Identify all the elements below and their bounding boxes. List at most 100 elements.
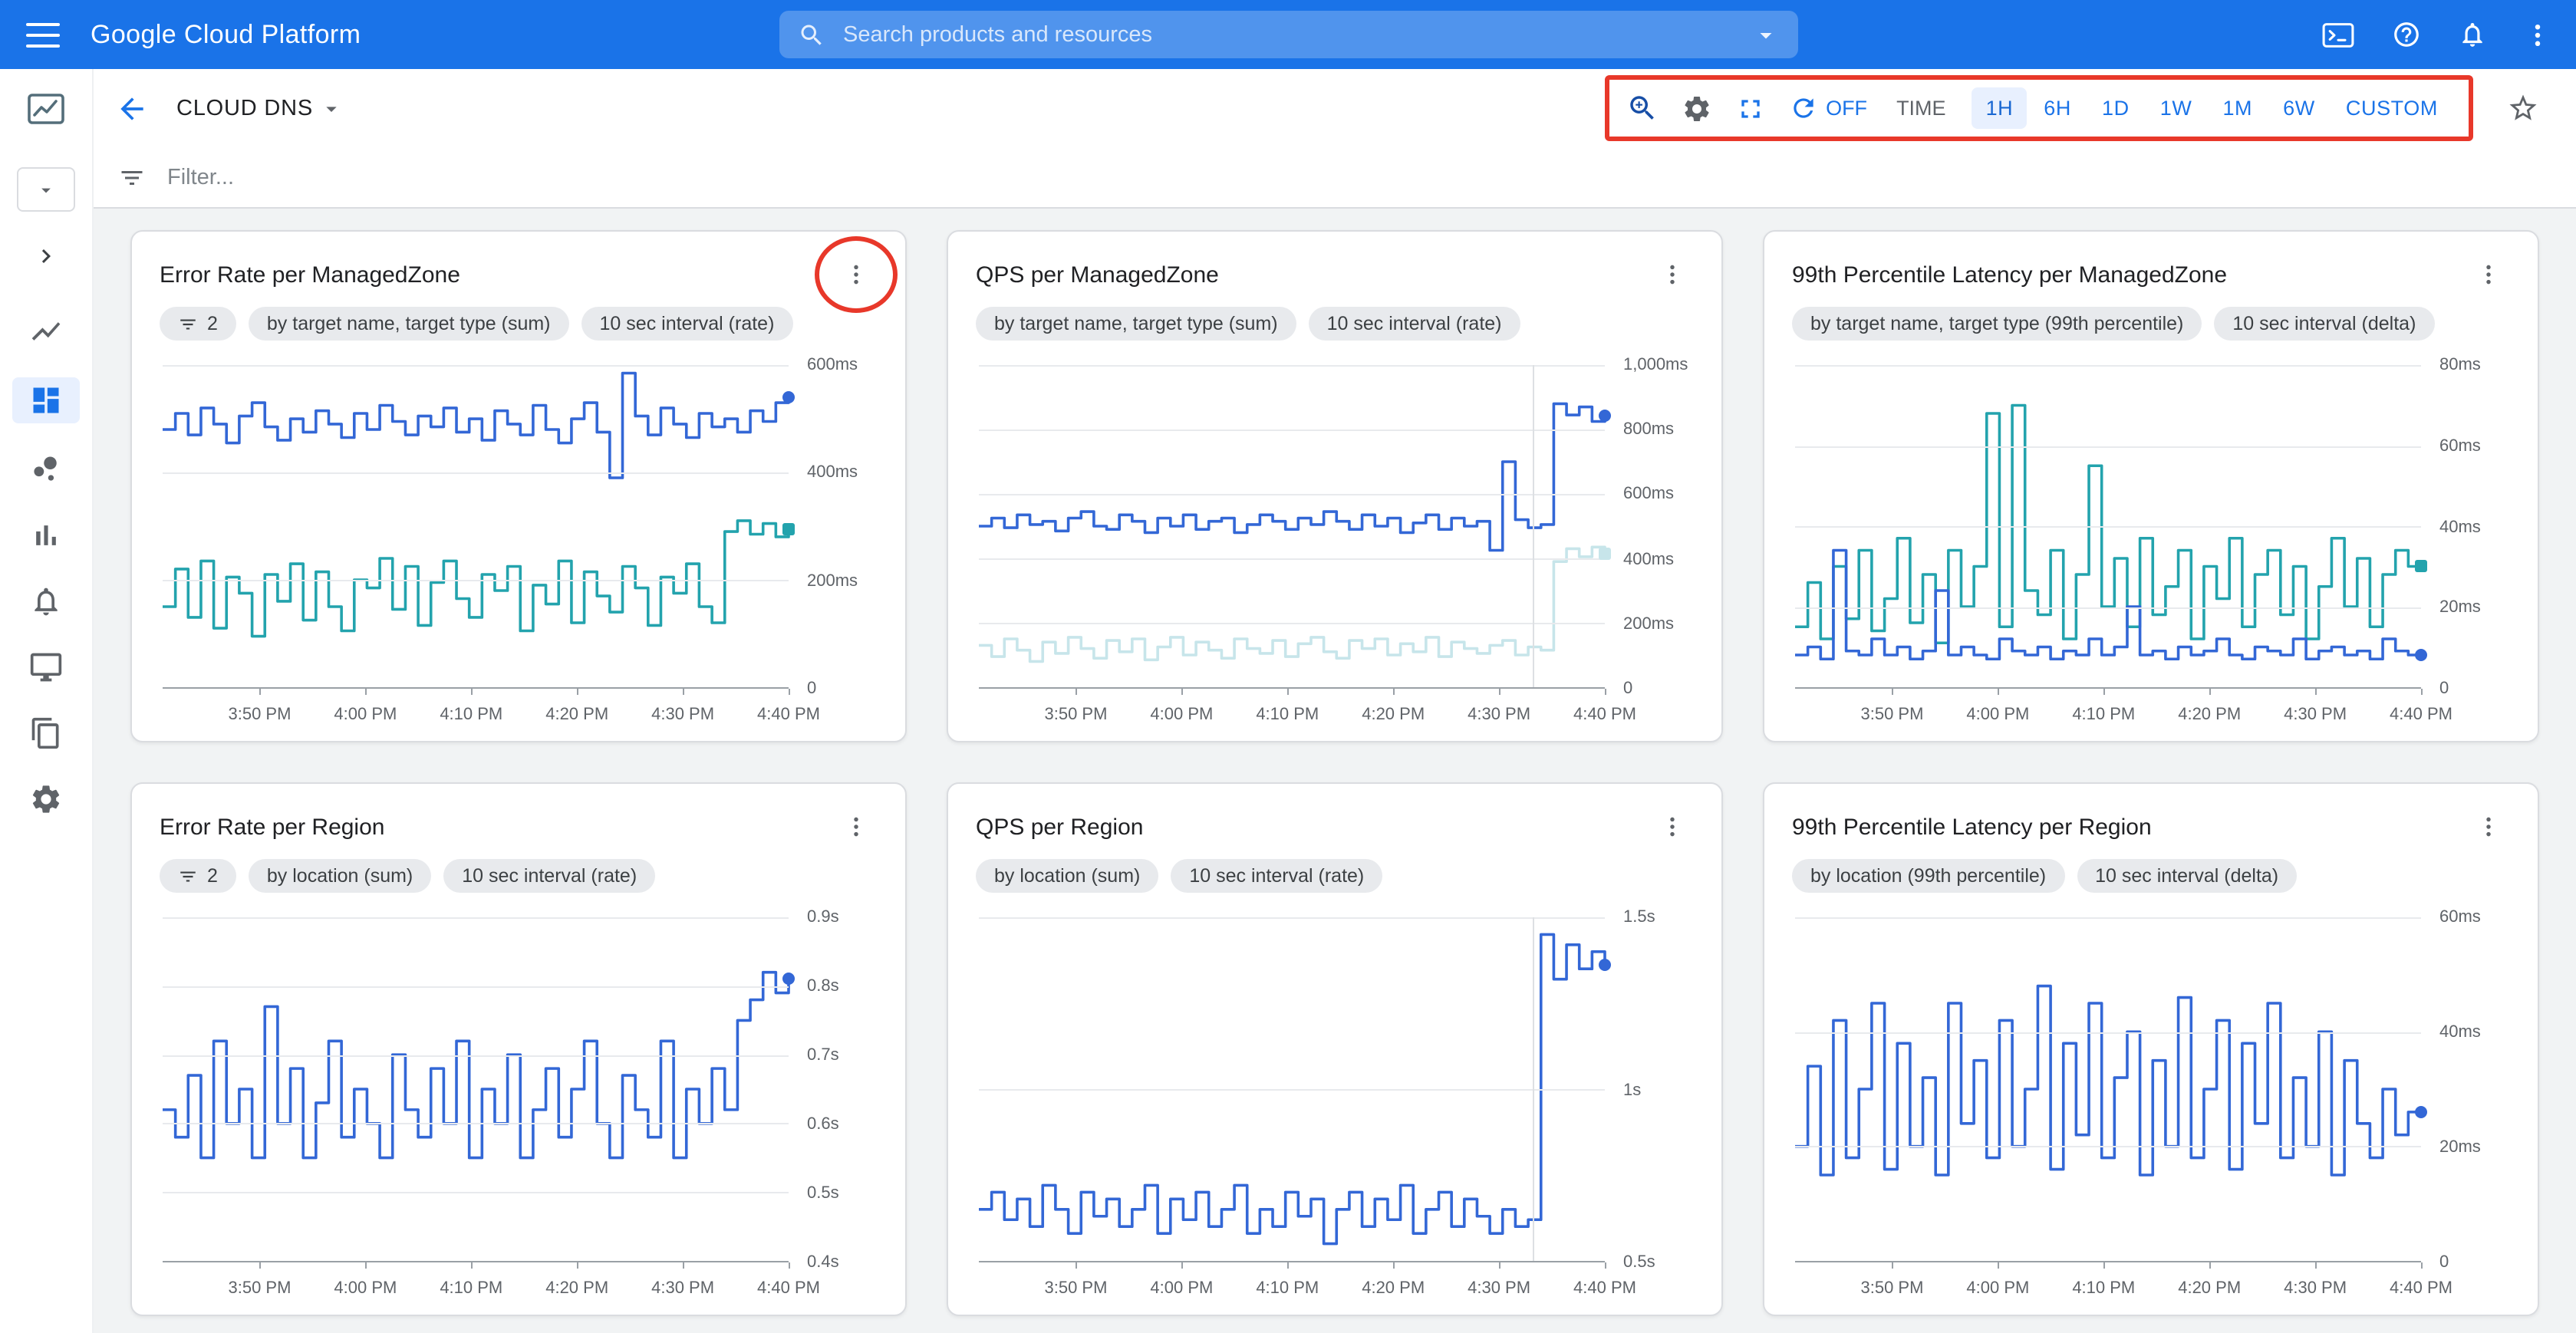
groupby-chip[interactable]: by target name, target type (sum) [976,307,1296,341]
sidebar-item-dashboards[interactable] [12,377,80,423]
chip-row: by location (sum) 10 sec interval (rate) [976,859,1694,893]
search-icon [797,21,825,48]
sidebar-item-overview[interactable] [12,311,80,351]
context-caret-icon [319,96,344,120]
x-axis-labels: 3:50 PM4:00 PM4:10 PM4:20 PM4:30 PM4:40 … [979,706,1605,729]
groupby-chip[interactable]: by location (sum) [249,859,431,893]
auto-refresh-state: OFF [1826,97,1867,120]
interval-chip[interactable]: 10 sec interval (rate) [1309,307,1520,341]
card-menu-icon[interactable] [835,811,878,842]
y-axis-labels: 80ms60ms40ms20ms0 [2427,365,2510,689]
chip-row: by location (99th percentile) 10 sec int… [1792,859,2510,893]
card-menu-icon[interactable] [2467,811,2510,842]
chevron-down-icon[interactable] [1751,21,1779,48]
time-range-1h[interactable]: 1H [1972,87,2028,129]
notifications-bell-icon[interactable] [2458,20,2487,49]
interval-chip[interactable]: 10 sec interval (rate) [581,307,793,341]
back-arrow-icon[interactable] [115,91,149,125]
refresh-icon [1789,94,1818,123]
time-range-6h[interactable]: 6H [2030,87,2085,129]
card-title: Error Rate per Region [160,814,384,840]
zoom-chart-icon[interactable] [1626,92,1659,124]
time-range-6w[interactable]: 6W [2269,87,2329,129]
fullscreen-icon[interactable] [1735,93,1766,123]
groupby-chip[interactable]: by location (sum) [976,859,1158,893]
interval-chip[interactable]: 10 sec interval (rate) [1171,859,1382,893]
favorite-star-icon[interactable] [2507,92,2539,124]
sidebar-item-settings[interactable] [12,779,80,819]
card-title: Error Rate per ManagedZone [160,262,460,288]
y-axis-labels: 60ms40ms20ms0 [2427,917,2510,1262]
groupby-chip[interactable]: by location (99th percentile) [1792,859,2064,893]
time-range-1w[interactable]: 1W [2146,87,2206,129]
search-input[interactable] [840,21,1751,48]
sidebar-items [12,311,80,819]
time-label: TIME [1896,97,1946,120]
card-title: QPS per Region [976,814,1143,840]
card-error-rate-managedzone: Error Rate per ManagedZone 2 by target n… [130,230,907,742]
x-axis-labels: 3:50 PM4:00 PM4:10 PM4:20 PM4:30 PM4:40 … [1795,706,2421,729]
auto-refresh-toggle[interactable]: OFF [1789,94,1867,123]
card-qps-region: QPS per Region by location (sum) 10 sec … [947,782,1723,1316]
interval-chip[interactable]: 10 sec interval (delta) [2077,859,2297,893]
card-menu-icon[interactable] [1651,811,1694,842]
timeseries-chart[interactable]: 1.5s1s0.5s 3:50 PM4:00 PM4:10 PM4:20 PM4… [976,905,1694,1305]
dashboard-grid: Error Rate per ManagedZone 2 by target n… [94,209,2576,1333]
card-latency-managedzone: 99th Percentile Latency per ManagedZone … [1763,230,2539,742]
dashboard-name: CLOUD DNS [176,96,313,120]
interval-chip[interactable]: 10 sec interval (rate) [443,859,655,893]
chip-row: 2 by location (sum) 10 sec interval (rat… [160,859,878,893]
timeseries-chart[interactable]: 80ms60ms40ms20ms0 3:50 PM4:00 PM4:10 PM4… [1792,353,2510,732]
card-menu-icon[interactable] [835,259,878,290]
timeseries-chart[interactable]: 1,000ms800ms600ms400ms200ms0 3:50 PM4:00… [976,353,1694,732]
app-title: Google Cloud Platform [91,19,361,50]
funnel-icon [178,866,198,886]
app-bar: Google Cloud Platform [0,0,2576,69]
groupby-chip[interactable]: by target name, target type (sum) [249,307,569,341]
chip-row: by target name, target type (sum) 10 sec… [976,307,1694,341]
filter-count-chip[interactable]: 2 [160,307,236,341]
interval-chip[interactable]: 10 sec interval (delta) [2214,307,2434,341]
time-range-custom[interactable]: CUSTOM [2332,87,2452,129]
y-axis-labels: 600ms400ms200ms0 [795,365,878,689]
timeseries-chart[interactable]: 0.9s0.8s0.7s0.6s0.5s0.4s 3:50 PM4:00 PM4… [160,905,878,1305]
chip-row: by target name, target type (99th percen… [1792,307,2510,341]
sidebar-expand-icon[interactable] [32,235,60,278]
time-controls-annotation-box: OFF TIME 1H 6H 1D 1W 1M 6W CUSTOM [1605,75,2473,141]
time-range-1d[interactable]: 1D [2088,87,2143,129]
chart-settings-gear-icon[interactable] [1682,93,1712,123]
sidebar-item-services[interactable] [12,449,80,489]
card-qps-managedzone: QPS per ManagedZone by target name, targ… [947,230,1723,742]
card-title: 99th Percentile Latency per Region [1792,814,2152,840]
funnel-icon [178,314,198,334]
help-icon[interactable] [2392,20,2421,49]
overflow-menu-icon[interactable] [2524,21,2551,48]
filter-icon [118,163,146,191]
x-axis-labels: 3:50 PM4:00 PM4:10 PM4:20 PM4:30 PM4:40 … [163,706,789,729]
time-range-group: 1H 6H 1D 1W 1M 6W CUSTOM [1972,87,2452,129]
y-axis-labels: 1,000ms800ms600ms400ms200ms0 [1611,365,1694,689]
sidebar-item-metrics-explorer[interactable] [12,515,80,555]
groupby-chip[interactable]: by target name, target type (99th percen… [1792,307,2202,341]
sidebar-item-groups[interactable] [12,713,80,753]
card-latency-region: 99th Percentile Latency per Region by lo… [1763,782,2539,1316]
timeseries-chart[interactable]: 60ms40ms20ms0 3:50 PM4:00 PM4:10 PM4:20 … [1792,905,2510,1305]
dashboard-context-selector[interactable]: CLOUD DNS [176,96,344,120]
filter-input[interactable] [164,163,2576,191]
time-range-1m[interactable]: 1M [2209,87,2266,129]
scope-selector-dropdown[interactable] [17,167,75,212]
search-bar[interactable] [779,11,1797,58]
sidebar-item-uptime-checks[interactable] [12,647,80,687]
filter-count-chip[interactable]: 2 [160,859,236,893]
card-menu-icon[interactable] [1651,259,1694,290]
timeseries-chart[interactable]: 600ms400ms200ms0 3:50 PM4:00 PM4:10 PM4:… [160,353,878,732]
cloud-shell-icon[interactable] [2321,21,2355,48]
monitoring-logo-icon[interactable] [0,69,92,147]
y-axis-labels: 0.9s0.8s0.7s0.6s0.5s0.4s [795,917,878,1262]
sidebar-item-alerting[interactable] [12,581,80,621]
dashboard-toolbar: CLOUD DNS OFF TIME 1H 6H 1D 1W [94,69,2576,147]
card-title: 99th Percentile Latency per ManagedZone [1792,262,2227,288]
sidebar [0,69,94,1333]
card-menu-icon[interactable] [2467,259,2510,290]
menu-icon[interactable] [26,22,60,47]
